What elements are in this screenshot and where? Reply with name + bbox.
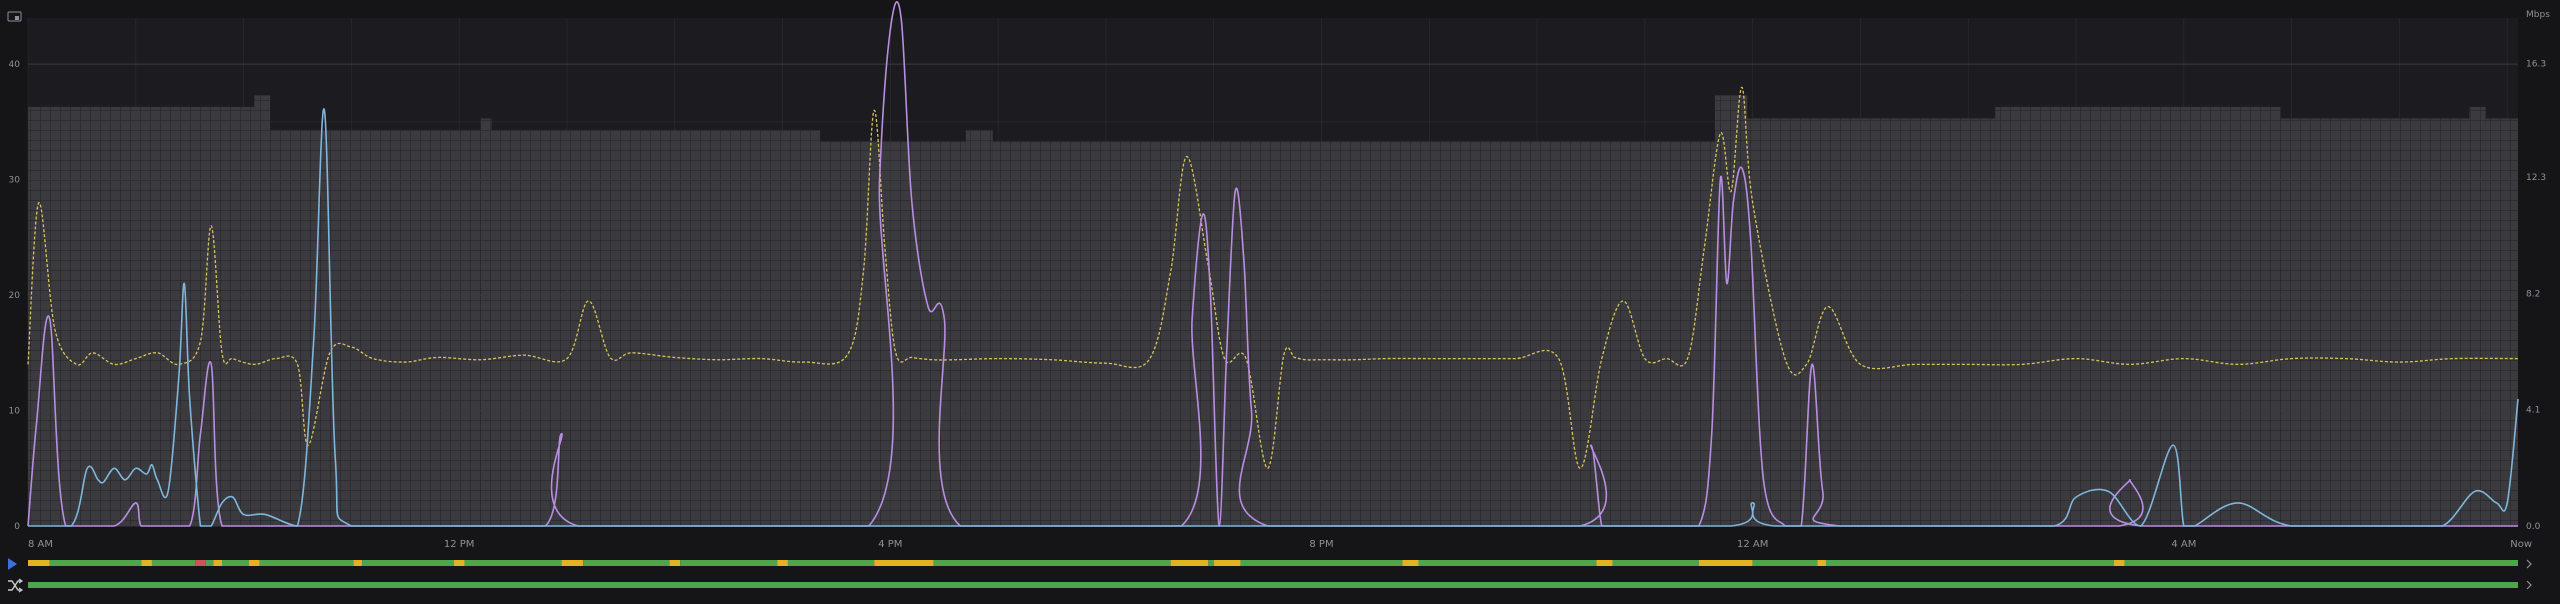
right-axis-unit: Mbps bbox=[2526, 10, 2550, 20]
y-tick-label: 30 bbox=[9, 176, 21, 186]
y-tick-label: 0 bbox=[14, 522, 20, 532]
status-segment bbox=[195, 560, 206, 566]
shuffle-icon[interactable] bbox=[8, 578, 24, 593]
status-segment bbox=[787, 560, 875, 566]
status-segment bbox=[1170, 560, 1209, 566]
x-tick-label: 4 PM bbox=[878, 539, 902, 550]
bar-segment bbox=[270, 129, 481, 526]
status-segment bbox=[1752, 560, 1818, 566]
bar-series bbox=[28, 95, 2518, 527]
status-segment bbox=[151, 560, 196, 566]
chevron-right-icon[interactable] bbox=[2526, 580, 2532, 590]
y-axis-right: 0.0 4.1 8.2 12.3 16.3 bbox=[2526, 59, 2546, 532]
display-icon[interactable] bbox=[7, 11, 22, 22]
chevron-right-icon[interactable] bbox=[2526, 559, 2532, 569]
status-segment bbox=[583, 560, 670, 566]
x-axis: 8 AM 12 PM 4 PM 8 PM 12 AM 4 AM Now bbox=[28, 539, 2532, 550]
status-segment bbox=[561, 560, 584, 566]
y-axis-left: 0 10 20 30 40 bbox=[9, 60, 21, 532]
bar-segment bbox=[965, 129, 993, 526]
status-segment bbox=[353, 560, 363, 566]
status-segment bbox=[1825, 560, 2114, 566]
y-tick-label: 40 bbox=[9, 60, 21, 70]
x-tick-label: 8 AM bbox=[28, 539, 53, 550]
status-segment bbox=[1402, 560, 1419, 566]
status-segment bbox=[1596, 560, 1613, 566]
x-tick-label: 8 PM bbox=[1309, 539, 1333, 550]
status-segment bbox=[874, 560, 934, 566]
status-segment bbox=[2124, 560, 2518, 566]
chart-panel: 0 10 20 30 40 0.0 4.1 8.2 12.3 16.3 8 AM 12 PM 4 P… bbox=[0, 0, 2560, 604]
y-tick-label: 10 bbox=[9, 407, 21, 417]
y-tick-label: 20 bbox=[9, 291, 21, 301]
status-segment bbox=[2113, 560, 2125, 566]
status-segment bbox=[464, 560, 562, 566]
status-segment bbox=[205, 560, 214, 566]
y-right-tick-label: 0.0 bbox=[2526, 522, 2541, 532]
bandwidth-chart: 0 10 20 30 40 0.0 4.1 8.2 12.3 16.3 8 AM 12 PM 4 P… bbox=[7, 1, 2550, 593]
play-icon[interactable] bbox=[8, 558, 17, 570]
status-segment bbox=[680, 560, 778, 566]
status-segment bbox=[362, 560, 454, 566]
status-segment bbox=[248, 560, 260, 566]
bar-segment bbox=[2469, 106, 2486, 527]
status-segment bbox=[777, 560, 788, 566]
y-right-tick-label: 8.2 bbox=[2526, 289, 2540, 299]
y-right-tick-label: 12.3 bbox=[2526, 173, 2546, 183]
status-segment bbox=[1698, 560, 1753, 566]
status-segment bbox=[49, 560, 142, 566]
status-segment bbox=[1612, 560, 1699, 566]
x-tick-label: 4 AM bbox=[2171, 539, 2196, 550]
status-segment bbox=[1418, 560, 1597, 566]
bar-segment bbox=[254, 95, 271, 526]
bar-segment bbox=[1714, 95, 1748, 526]
bar-segment bbox=[1995, 106, 2281, 527]
x-tick-label: Now bbox=[2510, 539, 2532, 550]
x-tick-label: 12 AM bbox=[1737, 539, 1768, 550]
y-right-tick-label: 4.1 bbox=[2526, 406, 2540, 416]
status-segment bbox=[669, 560, 681, 566]
x-tick-label: 12 PM bbox=[444, 539, 475, 550]
status-segment bbox=[453, 560, 465, 566]
status-segment bbox=[213, 560, 223, 566]
status-segment bbox=[141, 560, 152, 566]
y-right-tick-label: 16.3 bbox=[2526, 59, 2546, 69]
bar-segment bbox=[28, 106, 255, 527]
status-segment bbox=[1213, 560, 1241, 566]
status-segment bbox=[1208, 560, 1214, 566]
status-segment bbox=[933, 560, 1171, 566]
status-segment bbox=[28, 560, 50, 566]
status-segment bbox=[1817, 560, 1826, 566]
status-segment bbox=[222, 560, 249, 566]
status-segment bbox=[259, 560, 354, 566]
status-segment bbox=[1240, 560, 1403, 566]
status-timeline bbox=[28, 560, 2518, 588]
status-segment bbox=[28, 582, 2518, 588]
bar-segment bbox=[491, 129, 821, 526]
